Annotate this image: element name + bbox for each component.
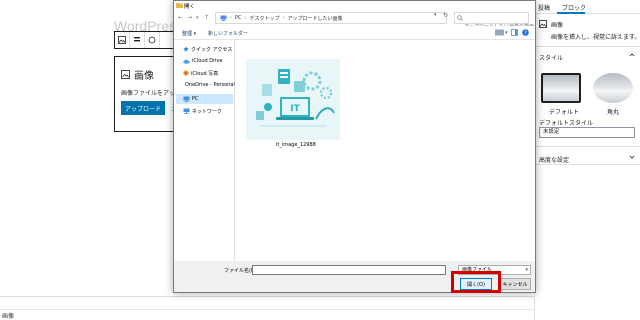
nav-icloud-photos[interactable]: iCloud 写真 — [176, 68, 233, 78]
nav-pc[interactable]: PC — [176, 94, 233, 104]
forward-arrow-icon[interactable]: → — [187, 14, 192, 21]
open-button-highlight — [451, 271, 501, 293]
navigation-pane: クイック アクセス iCloud Drive iCloud 写真 OneDriv… — [174, 40, 235, 261]
circle-icon — [148, 36, 156, 44]
block-toolbar — [114, 31, 176, 49]
styles-heading[interactable]: スタイル — [539, 53, 563, 62]
style-default-option[interactable] — [541, 73, 581, 103]
block-description: 画像を挿入し、視覚に訴えます。 — [551, 34, 640, 41]
nav-network[interactable]: ネットワーク — [176, 106, 233, 116]
footer-breadcrumb[interactable]: 画像 — [2, 311, 14, 320]
divider — [535, 146, 640, 147]
drag-handle-button[interactable] — [130, 32, 145, 48]
breadcrumb-folder[interactable]: アップロードしたい画像 — [288, 15, 343, 22]
up-arrow-icon[interactable]: ↑ — [204, 14, 209, 21]
filename-input[interactable] — [252, 265, 446, 275]
block-card: 画像 画像を挿入し、視覚に訴えます。 — [539, 20, 640, 41]
active-tab-indicator — [557, 12, 585, 14]
folder-icon — [176, 3, 183, 8]
preview-pane-icon[interactable] — [511, 29, 518, 36]
style-rounded-option[interactable] — [593, 73, 633, 103]
dialog-body: クイック アクセス iCloud Drive iCloud 写真 OneDriv… — [174, 40, 535, 261]
search-box[interactable] — [454, 12, 534, 32]
address-bar[interactable]: › PC › デスクトップ › アップロードしたい画像 — [215, 12, 447, 24]
upload-button[interactable]: アップロード — [121, 101, 166, 115]
tab-block[interactable]: ブロック — [562, 3, 586, 12]
sidebar-tabs: 投稿 ブロック — [535, 0, 640, 14]
organize-button[interactable]: 整理 ▾ — [182, 30, 196, 37]
star-icon — [183, 46, 189, 52]
divider — [535, 46, 640, 47]
image-block-title: 画像 — [134, 71, 154, 82]
svg-text:?: ? — [524, 31, 527, 36]
photos-icon — [183, 70, 189, 76]
computer-icon — [183, 96, 190, 102]
file-list: IT it_image_12988 — [236, 40, 535, 261]
computer-icon — [220, 15, 227, 21]
nav-quick-access[interactable]: クイック アクセス — [176, 44, 233, 54]
style-rounded-label: 角丸 — [607, 109, 620, 116]
view-dropdown-icon[interactable]: ▾ — [505, 30, 508, 36]
help-icon[interactable]: ? — [522, 29, 529, 36]
file-thumbnail: IT — [246, 59, 340, 140]
dialog-title: 開く — [184, 4, 196, 10]
image-icon — [539, 20, 547, 28]
history-dropdown-icon[interactable]: ▾ — [196, 15, 199, 21]
address-row: ← → ▾ ↑ › PC › デスクトップ › アップロードしたい画像 ▾ ↻ — [174, 10, 535, 32]
back-arrow-icon[interactable]: ← — [178, 14, 183, 21]
drag-handle-icon — [134, 37, 140, 42]
style-default-label: デフォルト — [549, 109, 580, 116]
chevron-down-icon[interactable] — [629, 154, 635, 160]
editor-footer: 画像 — [0, 296, 536, 320]
block-name: 画像 — [551, 22, 564, 29]
dialog-titlebar[interactable]: 開く — [174, 1, 535, 10]
image-block-icon-button[interactable] — [115, 32, 130, 48]
breadcrumb-desktop[interactable]: デスクトップ — [250, 15, 280, 22]
image-block-description: 画像ファイルをアップロ — [121, 91, 176, 97]
network-icon — [183, 108, 190, 114]
chevron-up-icon[interactable] — [629, 52, 635, 58]
divider — [535, 164, 640, 165]
advanced-settings-toggle[interactable]: 高度な設定 — [539, 155, 569, 164]
command-bar: 整理 ▾ 新しいフォルダー ▾ ? — [174, 26, 535, 40]
file-item[interactable]: IT — [246, 59, 340, 140]
cancel-button[interactable]: キャンセル — [499, 278, 531, 290]
chevron-down-icon: ▾ — [525, 267, 528, 273]
settings-sidebar: 投稿 ブロック 画像 画像を挿入し、視覚に訴えます。 スタイル デフォルト 角丸… — [534, 0, 640, 320]
cloud-icon — [183, 59, 190, 64]
image-icon — [121, 70, 130, 79]
file-open-dialog: 開く ← → ▾ ↑ › PC › デスクトップ › アップロードしたい画像 ▾… — [173, 0, 536, 293]
align-button[interactable] — [145, 32, 160, 48]
address-dropdown-icon[interactable]: ▾ — [434, 12, 437, 18]
default-style-label: デフォルトスタイル — [539, 120, 594, 127]
new-folder-button[interactable]: 新しいフォルダー — [208, 30, 248, 37]
default-style-select[interactable]: 未設定 — [539, 127, 635, 138]
image-icon — [118, 36, 126, 44]
tab-post[interactable]: 投稿 — [538, 3, 550, 12]
image-block-placeholder: 画像 画像ファイルをアップロ アップロード メ — [114, 56, 176, 132]
thumbnail-it-text: IT — [290, 104, 300, 114]
breadcrumb-pc[interactable]: PC — [235, 15, 242, 21]
nav-icloud-drive[interactable]: iCloud Drive — [176, 56, 233, 66]
file-name-label: it_image_12988 — [276, 142, 316, 148]
view-options-icon[interactable] — [495, 29, 504, 36]
refresh-icon[interactable]: ↻ — [443, 12, 448, 19]
search-icon — [457, 15, 463, 21]
nav-onedrive[interactable]: OneDrive - Personal — [176, 80, 235, 90]
